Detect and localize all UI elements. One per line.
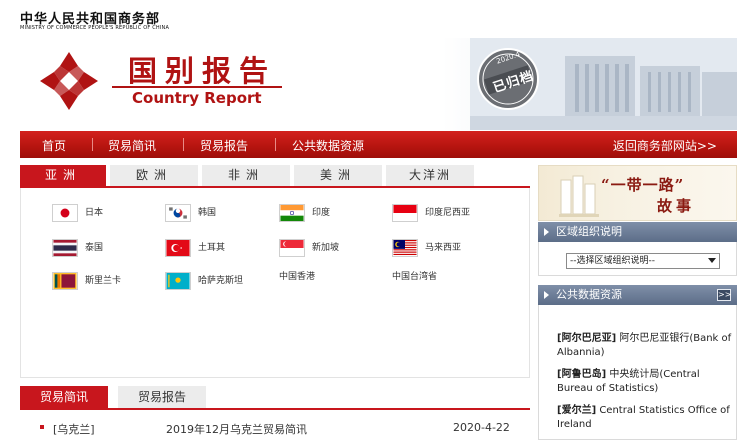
public-data-item[interactable]: [阿鲁巴岛] 中央统计局(Central Bureau of Statistic… [557,368,732,396]
banner-title-en: Country Report [132,89,262,107]
chevron-down-icon [708,258,716,263]
continent-tabs: 亚洲 欧洲 非洲 美洲 大洋洲 [20,165,530,187]
public-data-title: 公共数据资源 [556,288,622,301]
india-flag-icon [279,204,305,222]
kazakhstan-flag-icon [165,272,191,290]
banner-title-rule [112,86,282,88]
malaysia-flag-icon [392,239,418,257]
tab-africa[interactable]: 非洲 [202,165,292,186]
main-nav: 首页 贸易简讯 贸易报告 公共数据资源 返回商务部网站>> [20,131,737,158]
srilanka-flag-icon [52,272,78,290]
country-name: 日本 [85,208,104,218]
news-title-link[interactable]: 2019年12月乌克兰贸易简讯 [166,421,307,437]
country-report-logo-icon [40,52,98,110]
news-row[interactable]: [乌克兰] 2019年12月乌克兰贸易简讯 2020-4-22 [20,418,530,438]
nav-divider [183,138,184,151]
country-name: 中国香港 [279,272,316,282]
news-country-tag: [乌克兰] [53,423,95,436]
country-link-india[interactable]: 印度 [279,204,379,222]
resource-country-tag: [爱尔兰] [557,405,597,416]
more-button[interactable]: >> [717,289,731,301]
korea-flag-icon [165,204,191,222]
country-name: 土耳其 [198,243,226,253]
thailand-flag-icon [52,239,78,257]
country-name: 新加坡 [312,243,340,253]
country-link-kazakhstan[interactable]: 哈萨克斯坦 [165,272,275,290]
news-tabs-underline [20,408,530,410]
public-data-item[interactable]: [爱尔兰] Central Statistics Office of Irela… [557,404,732,432]
region-info-title: 区域组织说明 [556,225,622,238]
country-link-srilanka[interactable]: 斯里兰卡 [52,272,152,290]
ministry-name-en: MINISTRY OF COMMERCE PEOPLE'S REPUBLIC O… [20,25,170,31]
resource-country-tag: [阿尔巴尼亚] [557,333,617,344]
news-tabs: 贸易简讯 贸易报告 [20,386,530,408]
bullet-icon [40,425,44,429]
ministry-header: 中华人民共和国商务部 MINISTRY OF COMMERCE PEOPLE'S… [0,0,737,38]
country-link-singapore[interactable]: 新加坡 [279,239,379,257]
nav-public-data[interactable]: 公共数据资源 [292,137,364,154]
belt-road-title: “一带一路” [601,176,685,194]
books-illustration-icon [559,175,599,217]
belt-road-subtitle: 故事 [657,197,696,215]
singapore-flag-icon [279,239,305,257]
public-data-item[interactable]: [阿尔巴尼亚] 阿尔巴尼亚银行(Bank of Albannia) [557,332,732,360]
banner-title-cn: 国别报告 [128,54,277,88]
country-link-taiwan[interactable]: 中国台湾省 [392,268,502,286]
region-info-header: 区域组织说明 [538,222,737,242]
country-name: 韩国 [198,208,217,218]
country-link-malaysia[interactable]: 马来西亚 [392,239,502,257]
tab-americas[interactable]: 美洲 [294,165,384,186]
indonesia-flag-icon [392,204,418,222]
japan-flag-icon [52,204,78,222]
triangle-right-icon [544,291,549,299]
country-name: 中国台湾省 [392,272,438,282]
country-name: 哈萨克斯坦 [198,276,244,286]
country-link-turkey[interactable]: 土耳其 [165,239,265,257]
country-name: 印度尼西亚 [425,208,471,218]
nav-divider [92,138,93,151]
nav-divider [275,138,276,151]
nav-home[interactable]: 首页 [42,137,66,154]
tab-oceania[interactable]: 大洋洲 [386,165,476,186]
tab-europe[interactable]: 欧洲 [110,165,200,186]
country-name: 斯里兰卡 [85,276,122,286]
country-link-indonesia[interactable]: 印度尼西亚 [392,204,502,222]
country-name: 印度 [312,208,331,218]
region-organization-select[interactable]: --选择区域组织说明-- [566,253,720,269]
country-link-thailand[interactable]: 泰国 [52,239,152,257]
resource-country-tag: [阿鲁巴岛] [557,369,607,380]
belt-and-road-story-banner[interactable]: “一带一路” 故事 [538,165,737,221]
triangle-right-icon [544,228,549,236]
country-link-hongkong[interactable]: 中国香港 [279,268,379,286]
country-link-korea[interactable]: 韩国 [165,204,265,222]
tab-trade-news[interactable]: 贸易简讯 [20,386,108,408]
nav-back-to-mofcom-link[interactable]: 返回商务部网站>> [613,137,717,154]
country-name: 泰国 [85,243,104,253]
turkey-flag-icon [165,239,191,257]
country-report-banner: 国别报告 Country Report 2020.4 已归档 [0,38,737,130]
country-name: 马来西亚 [425,243,462,253]
news-date: 2020-4-22 [453,421,510,434]
nav-trade-news[interactable]: 贸易简讯 [108,137,156,154]
country-link-japan[interactable]: 日本 [52,204,152,222]
public-data-header: 公共数据资源 >> [538,285,737,305]
region-select-value: --选择区域组织说明-- [570,256,655,266]
tab-trade-reports[interactable]: 贸易报告 [118,386,206,408]
nav-trade-reports[interactable]: 贸易报告 [200,137,248,154]
tab-asia[interactable]: 亚洲 [20,165,108,186]
